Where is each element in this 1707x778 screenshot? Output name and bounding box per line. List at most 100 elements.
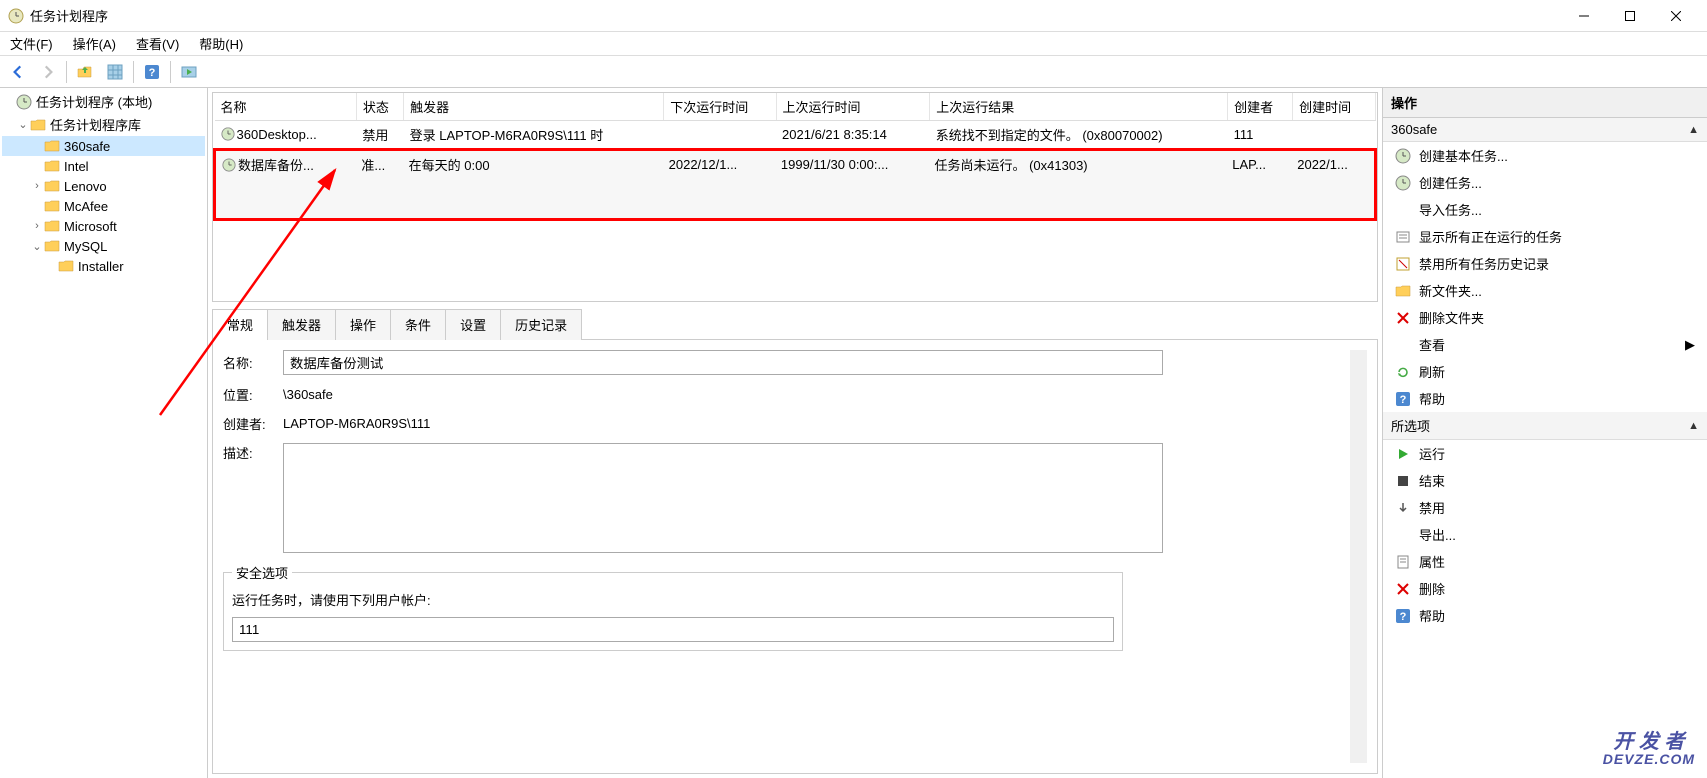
tab-settings[interactable]: 设置: [445, 309, 501, 340]
action-help[interactable]: ? 帮助: [1383, 385, 1707, 412]
tree-collapse-icon[interactable]: ⌄: [16, 118, 30, 131]
action-properties[interactable]: 属性: [1383, 548, 1707, 575]
help-button[interactable]: ?: [138, 58, 166, 86]
vertical-scrollbar[interactable]: [1350, 350, 1367, 763]
col-last[interactable]: 上次运行时间: [776, 93, 930, 121]
action-show-running[interactable]: 显示所有正在运行的任务: [1383, 223, 1707, 250]
action-create-task[interactable]: 创建任务...: [1383, 169, 1707, 196]
action-help[interactable]: ?帮助: [1383, 602, 1707, 629]
col-trigger[interactable]: 触发器: [404, 93, 664, 121]
action-import-task[interactable]: 导入任务...: [1383, 196, 1707, 223]
detail-content: 名称: 位置: \360safe 创建者: LAPTOP-M6RA0R9S\11…: [212, 340, 1378, 774]
col-next[interactable]: 下次运行时间: [664, 93, 776, 121]
action-delete[interactable]: 删除: [1383, 575, 1707, 602]
play-icon: [1395, 446, 1411, 462]
cell-name: 360Desktop...: [237, 127, 317, 142]
collapse-icon[interactable]: ▲: [1688, 124, 1699, 136]
action-label: 属性: [1419, 552, 1445, 571]
cell-next: [664, 121, 776, 150]
properties-icon: [1395, 554, 1411, 570]
stop-icon: [1395, 473, 1411, 489]
menu-file[interactable]: 文件(F): [4, 32, 59, 55]
back-button[interactable]: [4, 58, 32, 86]
tree-expand-icon[interactable]: ›: [30, 220, 44, 232]
description-label: 描述:: [223, 443, 283, 462]
menu-action[interactable]: 操作(A): [67, 32, 122, 55]
col-created[interactable]: 创建时间: [1293, 93, 1376, 121]
tab-general[interactable]: 常规: [212, 309, 268, 340]
col-creator[interactable]: 创建者: [1228, 93, 1293, 121]
task-icon: [222, 158, 236, 172]
cell-creator: LAP...: [1226, 151, 1291, 178]
tree-library-label: 任务计划程序库: [50, 115, 141, 134]
grid-view-button[interactable]: [101, 58, 129, 86]
action-label: 导出...: [1419, 525, 1456, 544]
actions-section1-title[interactable]: 360safe ▲: [1383, 118, 1707, 142]
task-table: 名称 状态 触发器 下次运行时间 上次运行时间 上次运行结果 创建者 创建时间 …: [213, 93, 1377, 221]
action-label: 帮助: [1419, 389, 1445, 408]
minimize-button[interactable]: [1561, 0, 1607, 32]
forward-button[interactable]: [34, 58, 62, 86]
maximize-button[interactable]: [1607, 0, 1653, 32]
action-export[interactable]: 导出...: [1383, 521, 1707, 548]
action-label: 删除: [1419, 579, 1445, 598]
tree-item-mysql[interactable]: ⌄ MySQL: [2, 236, 205, 256]
action-disable[interactable]: 禁用: [1383, 494, 1707, 521]
tab-triggers[interactable]: 触发器: [267, 309, 336, 340]
blank-icon: [1395, 337, 1411, 353]
folder-icon: [44, 138, 60, 154]
collapse-icon[interactable]: ▲: [1688, 420, 1699, 432]
run-button[interactable]: [175, 58, 203, 86]
tree-item-microsoft[interactable]: › Microsoft: [2, 216, 205, 236]
close-button[interactable]: [1653, 0, 1699, 32]
action-label: 运行: [1419, 444, 1445, 463]
task-row[interactable]: 360Desktop... 禁用 登录 LAPTOP-M6RA0R9S\111 …: [215, 121, 1376, 150]
tree-collapse-icon[interactable]: ⌄: [30, 240, 44, 253]
action-label: 创建基本任务...: [1419, 146, 1508, 165]
security-account-field[interactable]: [232, 617, 1114, 642]
submenu-arrow-icon: ▶: [1685, 337, 1695, 353]
delete-icon: [1395, 310, 1411, 326]
tree-item-label: Intel: [64, 159, 89, 174]
tree-expand-icon[interactable]: ›: [30, 180, 44, 192]
tab-history[interactable]: 历史记录: [500, 309, 582, 340]
action-run[interactable]: 运行: [1383, 440, 1707, 467]
action-create-basic-task[interactable]: 创建基本任务...: [1383, 142, 1707, 169]
action-label: 结束: [1419, 471, 1445, 490]
name-field[interactable]: [283, 350, 1163, 375]
action-label: 删除文件夹: [1419, 308, 1484, 327]
action-view[interactable]: 查看▶: [1383, 331, 1707, 358]
tree-item-intel[interactable]: Intel: [2, 156, 205, 176]
action-delete-folder[interactable]: 删除文件夹: [1383, 304, 1707, 331]
tree-item-label: Lenovo: [64, 179, 107, 194]
col-result[interactable]: 上次运行结果: [930, 93, 1228, 121]
folder-up-button[interactable]: [71, 58, 99, 86]
tree-item-installer[interactable]: Installer: [2, 256, 205, 276]
menu-help[interactable]: 帮助(H): [193, 32, 249, 55]
tab-conditions[interactable]: 条件: [390, 309, 446, 340]
actions-section2-title[interactable]: 所选项 ▲: [1383, 412, 1707, 440]
blank-icon: [1395, 527, 1411, 543]
col-status[interactable]: 状态: [356, 93, 403, 121]
tab-actions[interactable]: 操作: [335, 309, 391, 340]
center-panel: 名称 状态 触发器 下次运行时间 上次运行时间 上次运行结果 创建者 创建时间 …: [208, 88, 1383, 778]
tree-item-mcafee[interactable]: McAfee: [2, 196, 205, 216]
toolbar-separator: [66, 61, 67, 83]
action-end[interactable]: 结束: [1383, 467, 1707, 494]
action-disable-history[interactable]: 禁用所有任务历史记录: [1383, 250, 1707, 277]
action-refresh[interactable]: 刷新: [1383, 358, 1707, 385]
tree-library[interactable]: ⌄ 任务计划程序库: [2, 113, 205, 136]
description-field[interactable]: [283, 443, 1163, 553]
actions-section2-label: 所选项: [1391, 416, 1430, 435]
tree-item-lenovo[interactable]: › Lenovo: [2, 176, 205, 196]
menu-view[interactable]: 查看(V): [130, 32, 185, 55]
task-row-selected[interactable]: 数据库备份... 准... 在每天的 0:00 2022/12/1... 199…: [215, 150, 1376, 220]
tree-root[interactable]: 任务计划程序 (本地): [2, 90, 205, 113]
svg-text:?: ?: [1400, 394, 1407, 406]
tree-item-360safe[interactable]: 360safe: [2, 136, 205, 156]
col-name[interactable]: 名称: [215, 93, 357, 121]
tree-root-label: 任务计划程序 (本地): [36, 92, 152, 111]
cell-created: [1293, 121, 1376, 150]
cell-name: 数据库备份...: [238, 158, 314, 173]
action-new-folder[interactable]: 新文件夹...: [1383, 277, 1707, 304]
